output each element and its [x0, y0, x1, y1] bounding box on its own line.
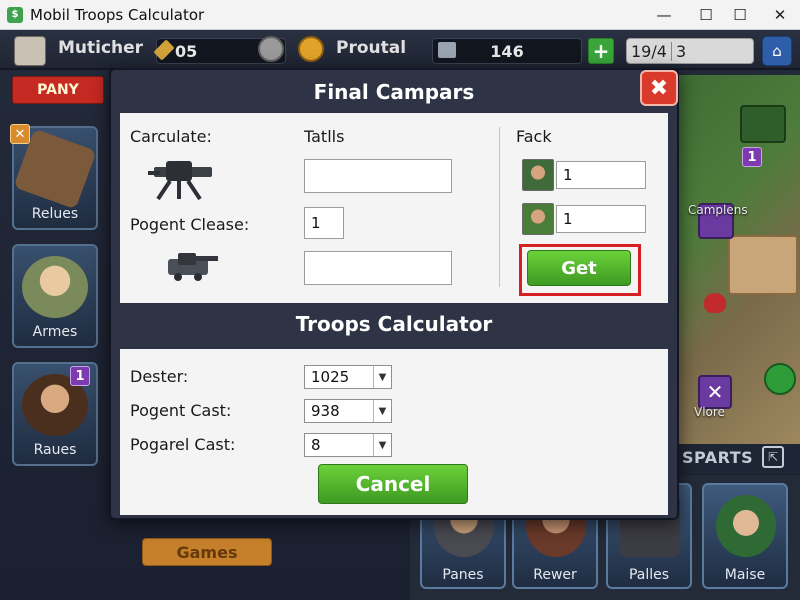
chevron-down-icon: ▼	[373, 434, 391, 456]
map-plaza	[728, 235, 798, 295]
pogent-cast-select[interactable]: 938 ▼	[304, 399, 392, 423]
commander-portrait	[716, 495, 776, 557]
progress-box: 19/4 3	[626, 38, 754, 64]
machine-gun-icon	[148, 161, 212, 201]
turret-input[interactable]	[304, 251, 452, 285]
bottom-card-label: Rewer	[533, 567, 577, 583]
details-input[interactable]	[304, 159, 452, 193]
get-button[interactable]: Get	[527, 250, 631, 286]
bottom-card-label: Maise	[724, 567, 766, 583]
minimize-button[interactable]: —	[646, 0, 682, 30]
resource-bar: Muticher 05 Proutal 146 + 19/4 3 ⌂	[0, 30, 800, 70]
silver-coin-icon	[258, 36, 284, 62]
image-icon	[438, 42, 456, 58]
maximize-button[interactable]: ☐	[688, 0, 724, 30]
fack-input-2[interactable]	[556, 205, 646, 233]
world-map[interactable]: ✕	[668, 75, 800, 465]
dialog-close-button[interactable]: ✖	[640, 70, 678, 106]
fack-input-1[interactable]	[556, 161, 646, 189]
dester-value: 1025	[311, 368, 350, 386]
pogarel-cast-value: 8	[311, 436, 321, 454]
sidebar-card-badge: 1	[70, 366, 90, 386]
map-label-camplens: Camplens	[688, 203, 748, 217]
sidebar-card-armes[interactable]: Armes	[12, 244, 98, 348]
games-button[interactable]: Games	[142, 538, 272, 566]
sparts-label: SPARTS	[682, 448, 754, 467]
dester-select[interactable]: 1025 ▼	[304, 365, 392, 389]
app-icon: $	[7, 6, 23, 23]
cancel-button[interactable]: Cancel	[318, 464, 468, 504]
dester-label: Dester:	[130, 367, 189, 386]
window-title-bar: $ Mobil Troops Calculator — ☐ ☐ ✕	[0, 0, 800, 30]
heart-icon[interactable]	[704, 293, 726, 313]
currency-label: Proutal	[336, 38, 407, 58]
expand-icon[interactable]: ⇱	[762, 446, 784, 468]
sidebar-card-label: Raues	[33, 442, 77, 458]
turret-icon	[168, 253, 218, 281]
panel-divider	[499, 127, 500, 287]
gold-coin-icon	[298, 36, 324, 62]
add-resource-button[interactable]: +	[588, 38, 614, 64]
sidebar-card-label: Armes	[32, 324, 78, 340]
window-close-button[interactable]: ✕	[762, 0, 798, 30]
details-header: Tatlls	[304, 127, 345, 146]
sidebar-card-label: Relues	[31, 206, 79, 222]
chevron-down-icon: ▼	[373, 366, 391, 388]
progress-text: 19/4	[631, 41, 667, 61]
bottom-card-label: Panes	[442, 567, 484, 583]
map-building	[740, 105, 786, 143]
final-campars-dialog: Final Campars ✖ Carculate: Tatlls Pogent…	[109, 68, 679, 520]
pogent-clease-input[interactable]	[304, 207, 344, 239]
dialog-title: Final Campars	[313, 80, 475, 104]
tools-icon: ✕	[10, 124, 30, 144]
player-avatar[interactable]	[14, 36, 46, 66]
calculate-panel: Carculate: Tatlls Pogent Clease: Fack	[120, 113, 668, 303]
gems-value: 05	[175, 41, 198, 61]
pogent-clease-label: Pogent Clease:	[130, 215, 250, 234]
maximize-icon[interactable]: ☐	[722, 0, 758, 30]
window-title: Mobil Troops Calculator	[30, 5, 205, 24]
pogarel-cast-label: Pogarel Cast:	[130, 435, 236, 454]
home-icon[interactable]: ⌂	[762, 36, 792, 66]
calculate-label: Carculate:	[130, 127, 212, 146]
map-label-vlore: Vlore	[694, 405, 725, 419]
player-name: Muticher	[58, 38, 144, 58]
chevron-down-icon: ▼	[373, 400, 391, 422]
fack-avatar-2	[522, 203, 554, 235]
map-badge: 1	[742, 147, 762, 167]
progress-extra: 3	[670, 41, 686, 61]
x-icon[interactable]: ✕	[698, 375, 732, 409]
bottom-card-label: Palles	[628, 567, 670, 583]
fack-header: Fack	[516, 127, 552, 146]
troops-calculator-title: Troops Calculator	[295, 312, 493, 336]
pogent-cast-value: 938	[311, 402, 340, 420]
bottom-card-maise[interactable]: Maise	[702, 483, 788, 589]
warrior-portrait	[22, 256, 88, 318]
map-green-button[interactable]	[764, 363, 796, 395]
pany-button[interactable]: PANY	[12, 76, 104, 104]
pogent-cast-label: Pogent Cast:	[130, 401, 232, 420]
resource-value: 146	[490, 41, 524, 61]
pogarel-cast-select[interactable]: 8 ▼	[304, 433, 392, 457]
fack-avatar-1	[522, 159, 554, 191]
